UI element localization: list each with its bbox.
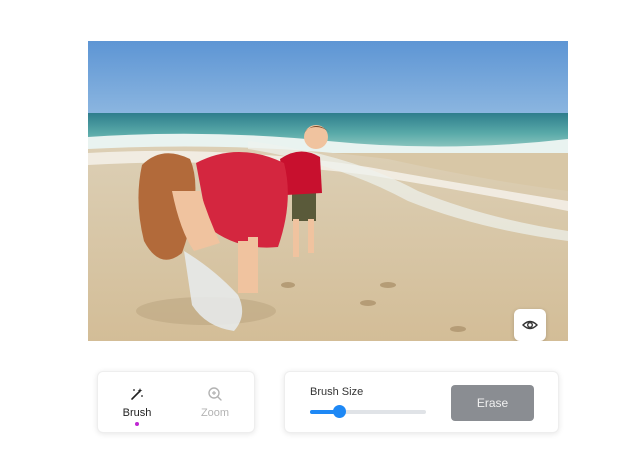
tool-brush[interactable]: Brush [98, 372, 176, 432]
beach-photo [88, 41, 568, 341]
erase-button[interactable]: Erase [451, 385, 534, 421]
magic-brush-icon [128, 385, 146, 403]
tool-brush-label: Brush [122, 407, 152, 419]
tool-zoom[interactable]: Zoom [176, 372, 254, 432]
active-tool-indicator [135, 422, 139, 426]
image-canvas[interactable] [88, 41, 568, 341]
preview-toggle-button[interactable] [514, 309, 546, 341]
tool-selector: Brush Zoom [97, 371, 255, 433]
zoom-in-icon [206, 385, 224, 403]
brush-settings-panel: Brush Size Erase [284, 371, 559, 433]
brush-size-slider-thumb[interactable] [333, 405, 346, 418]
brush-size-slider[interactable] [310, 405, 426, 418]
eye-icon [522, 317, 538, 333]
brush-size-label: Brush Size [310, 386, 364, 398]
tool-zoom-label: Zoom [200, 407, 230, 419]
